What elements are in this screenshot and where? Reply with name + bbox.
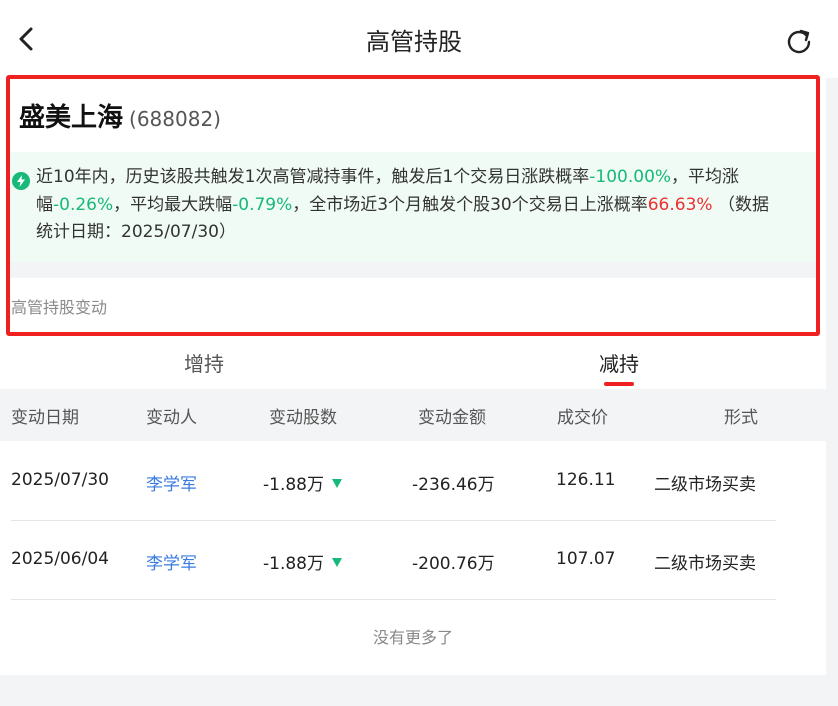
table-row: 2025/07/30 李学军 -1.88万 -236.46万 126.11 二级… bbox=[0, 441, 826, 519]
table-row: 2025/06/04 李学军 -1.88万 -200.76万 107.07 二级… bbox=[0, 520, 826, 598]
tab-bar: 增持 减持 bbox=[0, 340, 826, 390]
header-date: 变动日期 bbox=[11, 408, 79, 428]
average-change: -0.26% bbox=[53, 194, 114, 215]
stat-text-4: ，全市场近3个月触发个股30个交易日上涨概率 bbox=[292, 194, 648, 215]
page-edge bbox=[826, 78, 838, 706]
triangle-down-icon bbox=[332, 557, 342, 567]
page-title: 高管持股 bbox=[366, 28, 462, 56]
change-person[interactable]: 李学军 bbox=[146, 470, 197, 495]
trade-price: 107.07 bbox=[556, 549, 616, 569]
change-shares: -1.88万 bbox=[263, 475, 324, 495]
change-amount: -236.46万 bbox=[412, 475, 495, 495]
refresh-button[interactable] bbox=[784, 26, 814, 56]
header-person: 变动人 bbox=[146, 408, 197, 428]
triangle-down-icon bbox=[332, 478, 342, 488]
stock-code: (688082) bbox=[129, 107, 221, 131]
trade-form: 二级市场买卖 bbox=[654, 554, 756, 574]
statistics-text: 近10年内，历史该股共触发1次高管减持事件，触发后1个交易日涨跌概率-100.0… bbox=[36, 164, 774, 247]
no-more-text: 没有更多了 bbox=[372, 628, 453, 647]
change-amount: -200.76万 bbox=[412, 554, 495, 574]
stock-header: 盛美上海 (688082) bbox=[19, 97, 221, 134]
change-date: 2025/06/04 bbox=[11, 549, 109, 569]
divider-band bbox=[6, 262, 818, 278]
section-label: 高管持股变动 bbox=[11, 298, 108, 317]
header-amount: 变动金额 bbox=[418, 408, 486, 428]
tab-decrease[interactable]: 减持 bbox=[599, 348, 639, 377]
stat-text-3: ，平均最大跌幅 bbox=[113, 194, 233, 215]
change-shares: -1.88万 bbox=[263, 554, 324, 574]
header-price: 成交价 bbox=[557, 408, 608, 428]
table-header: 变动日期 变动人 变动股数 变动金额 成交价 形式 bbox=[0, 389, 826, 441]
change-shares-cell: -1.88万 bbox=[263, 549, 342, 574]
row-divider bbox=[11, 599, 776, 600]
refresh-icon[interactable] bbox=[784, 26, 814, 56]
market-rise-probability: 66.63% bbox=[647, 194, 713, 215]
tab-increase[interactable]: 增持 bbox=[184, 348, 224, 377]
header-shares: 变动股数 bbox=[269, 408, 337, 428]
change-person[interactable]: 李学军 bbox=[146, 549, 197, 574]
rise-fall-probability: -100.00% bbox=[589, 167, 672, 187]
trade-form: 二级市场买卖 bbox=[654, 475, 756, 495]
change-date: 2025/07/30 bbox=[11, 470, 109, 490]
trade-price: 126.11 bbox=[556, 470, 616, 490]
average-max-drop: -0.79% bbox=[232, 194, 293, 215]
change-shares-cell: -1.88万 bbox=[263, 470, 342, 495]
header-form: 形式 bbox=[724, 408, 758, 428]
active-tab-indicator bbox=[604, 382, 634, 386]
stat-text-1: 近10年内，历史该股共触发1次高管减持事件，触发后1个交易日涨跌概率 bbox=[36, 167, 590, 187]
top-bar: 高管持股 bbox=[0, 0, 838, 78]
lightning-icon bbox=[12, 172, 30, 190]
stock-name: 盛美上海 bbox=[19, 103, 124, 133]
